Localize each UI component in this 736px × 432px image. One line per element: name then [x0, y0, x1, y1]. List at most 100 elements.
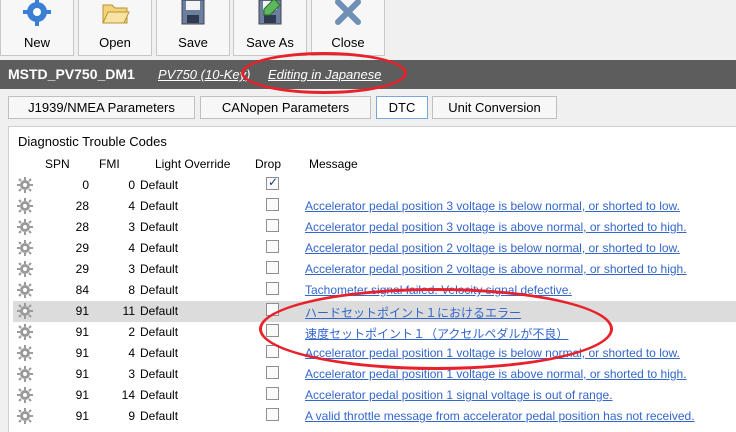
- message-link[interactable]: Accelerator pedal position 2 voltage is …: [305, 262, 687, 276]
- close-x-icon: [335, 0, 361, 25]
- fmi-cell: 4: [128, 241, 135, 255]
- drop-checkbox[interactable]: [266, 345, 279, 358]
- document-name: MSTD_PV750_DM1: [8, 66, 135, 82]
- drop-checkbox[interactable]: [266, 303, 279, 316]
- column-header-light-override[interactable]: Light Override: [155, 157, 230, 171]
- light-override-cell: Default: [140, 367, 179, 381]
- spn-cell: 28: [75, 220, 89, 234]
- drop-checkbox[interactable]: [266, 261, 279, 274]
- table-row[interactable]: 91 11 Default ハードセットポイント１におけるエラー: [13, 301, 736, 322]
- floppy-disk-icon: [181, 0, 205, 25]
- light-override-cell: Default: [140, 262, 179, 276]
- drop-checkbox[interactable]: [266, 198, 279, 211]
- tab-unit-conversion[interactable]: Unit Conversion: [432, 96, 557, 119]
- save-as-button-label: Save As: [246, 35, 294, 50]
- floppy-disk-pencil-icon: [258, 0, 282, 25]
- message-link[interactable]: Accelerator pedal position 2 voltage is …: [305, 241, 680, 255]
- table-row[interactable]: 84 8 Default Tachometer signal failed. Velo…: [13, 280, 736, 301]
- gear-icon[interactable]: [17, 219, 33, 235]
- table-row[interactable]: 91 3 Default Accelerator pedal position 1 v…: [13, 364, 736, 385]
- tab-dtc[interactable]: DTC: [376, 96, 428, 119]
- spn-cell: 84: [75, 283, 89, 297]
- table-row[interactable]: 28 3 Default Accelerator pedal position 3 v…: [13, 217, 736, 238]
- table-row[interactable]: 91 2 Default 速度セットポイント１（アクセルペダルが不良）: [13, 322, 736, 343]
- gear-icon[interactable]: [17, 240, 33, 256]
- message-link[interactable]: Accelerator pedal position 3 voltage is …: [305, 220, 687, 234]
- table-row[interactable]: 0 0 Default: [13, 175, 736, 196]
- drop-checkbox[interactable]: [266, 175, 279, 190]
- close-button-label: Close: [331, 35, 365, 50]
- gear-icon[interactable]: [17, 282, 33, 298]
- drop-checkbox[interactable]: [266, 219, 279, 232]
- gear-icon[interactable]: [17, 261, 33, 277]
- gear-icon[interactable]: [17, 177, 33, 193]
- open-button[interactable]: Open: [78, 0, 152, 56]
- light-override-cell: Default: [140, 178, 179, 192]
- gear-icon[interactable]: [17, 408, 33, 424]
- spn-cell: 91: [75, 409, 89, 423]
- dtc-panel: Diagnostic Trouble Codes SPN FMI Light O…: [8, 126, 736, 432]
- light-override-cell: Default: [140, 283, 179, 297]
- table-row[interactable]: 91 9 Default A valid throttle message from …: [13, 406, 736, 427]
- table-row[interactable]: 91 4 Default Accelerator pedal position 1 v…: [13, 343, 736, 364]
- drop-checkbox[interactable]: [266, 240, 279, 253]
- gear-icon[interactable]: [17, 324, 33, 340]
- fmi-cell: 4: [128, 346, 135, 360]
- light-override-cell: Default: [140, 241, 179, 255]
- light-override-cell: Default: [140, 325, 179, 339]
- document-title-bar: MSTD_PV750_DM1 PV750 (10-Key) Editing in…: [0, 60, 736, 89]
- folder-open-icon: [102, 4, 130, 24]
- gear-icon[interactable]: [17, 387, 33, 403]
- toolbar: New Open Save Save As Close: [0, 0, 736, 58]
- table-row[interactable]: 29 4 Default Accelerator pedal position 2 v…: [13, 238, 736, 259]
- drop-checkbox[interactable]: [266, 366, 279, 379]
- gear-icon: [23, 0, 51, 26]
- table-row[interactable]: 91 14 Default Accelerator pedal position 1 …: [13, 385, 736, 406]
- light-override-cell: Default: [140, 304, 179, 318]
- drop-checkbox[interactable]: [266, 324, 279, 337]
- gear-icon[interactable]: [17, 345, 33, 361]
- message-link[interactable]: Tachometer signal failed. Velocity signa…: [305, 283, 572, 297]
- message-link[interactable]: Accelerator pedal position 1 signal volt…: [305, 388, 613, 402]
- fmi-cell: 3: [128, 220, 135, 234]
- spn-cell: 91: [75, 346, 89, 360]
- gear-icon[interactable]: [17, 198, 33, 214]
- column-header-fmi[interactable]: FMI: [99, 157, 120, 171]
- tab-canopen[interactable]: CANopen Parameters: [200, 96, 371, 119]
- tab-strip: J1939/NMEA Parameters CANopen Parameters…: [0, 93, 736, 121]
- save-button-label: Save: [178, 35, 208, 50]
- close-button[interactable]: Close: [311, 0, 385, 56]
- drop-checkbox[interactable]: [266, 408, 279, 421]
- message-link[interactable]: Accelerator pedal position 1 voltage is …: [305, 346, 680, 360]
- table-row[interactable]: 28 4 Default Accelerator pedal position 3 v…: [13, 196, 736, 217]
- spn-cell: 29: [75, 241, 89, 255]
- fmi-cell: 4: [128, 199, 135, 213]
- column-header-drop[interactable]: Drop: [255, 157, 281, 171]
- drop-checkbox[interactable]: [266, 282, 279, 295]
- save-button[interactable]: Save: [156, 0, 230, 56]
- fmi-cell: 8: [128, 283, 135, 297]
- gear-icon[interactable]: [17, 303, 33, 319]
- drop-checkbox[interactable]: [266, 387, 279, 400]
- new-button[interactable]: New: [0, 0, 74, 56]
- message-link[interactable]: A valid throttle message from accelerato…: [305, 409, 695, 423]
- table-row[interactable]: 29 3 Default Accelerator pedal position 2 v…: [13, 259, 736, 280]
- message-link[interactable]: ハードセットポイント１におけるエラー: [305, 304, 521, 321]
- open-button-label: Open: [99, 35, 131, 50]
- save-as-button[interactable]: Save As: [233, 0, 307, 56]
- language-mode-link[interactable]: Editing in Japanese: [268, 67, 381, 82]
- message-link[interactable]: Accelerator pedal position 1 voltage is …: [305, 367, 687, 381]
- message-link[interactable]: Accelerator pedal position 3 voltage is …: [305, 199, 680, 213]
- spn-cell: 91: [75, 325, 89, 339]
- fmi-cell: 3: [128, 262, 135, 276]
- column-header-message[interactable]: Message: [309, 157, 358, 171]
- fmi-cell: 9: [128, 409, 135, 423]
- tab-j1939-nmea[interactable]: J1939/NMEA Parameters: [8, 96, 195, 119]
- spn-cell: 91: [75, 304, 89, 318]
- fmi-cell: 3: [128, 367, 135, 381]
- column-header-spn[interactable]: SPN: [45, 157, 70, 171]
- message-link[interactable]: 速度セットポイント１（アクセルペダルが不良）: [305, 325, 568, 342]
- gear-icon[interactable]: [17, 366, 33, 382]
- model-link[interactable]: PV750 (10-Key): [158, 67, 251, 82]
- spn-cell: 28: [75, 199, 89, 213]
